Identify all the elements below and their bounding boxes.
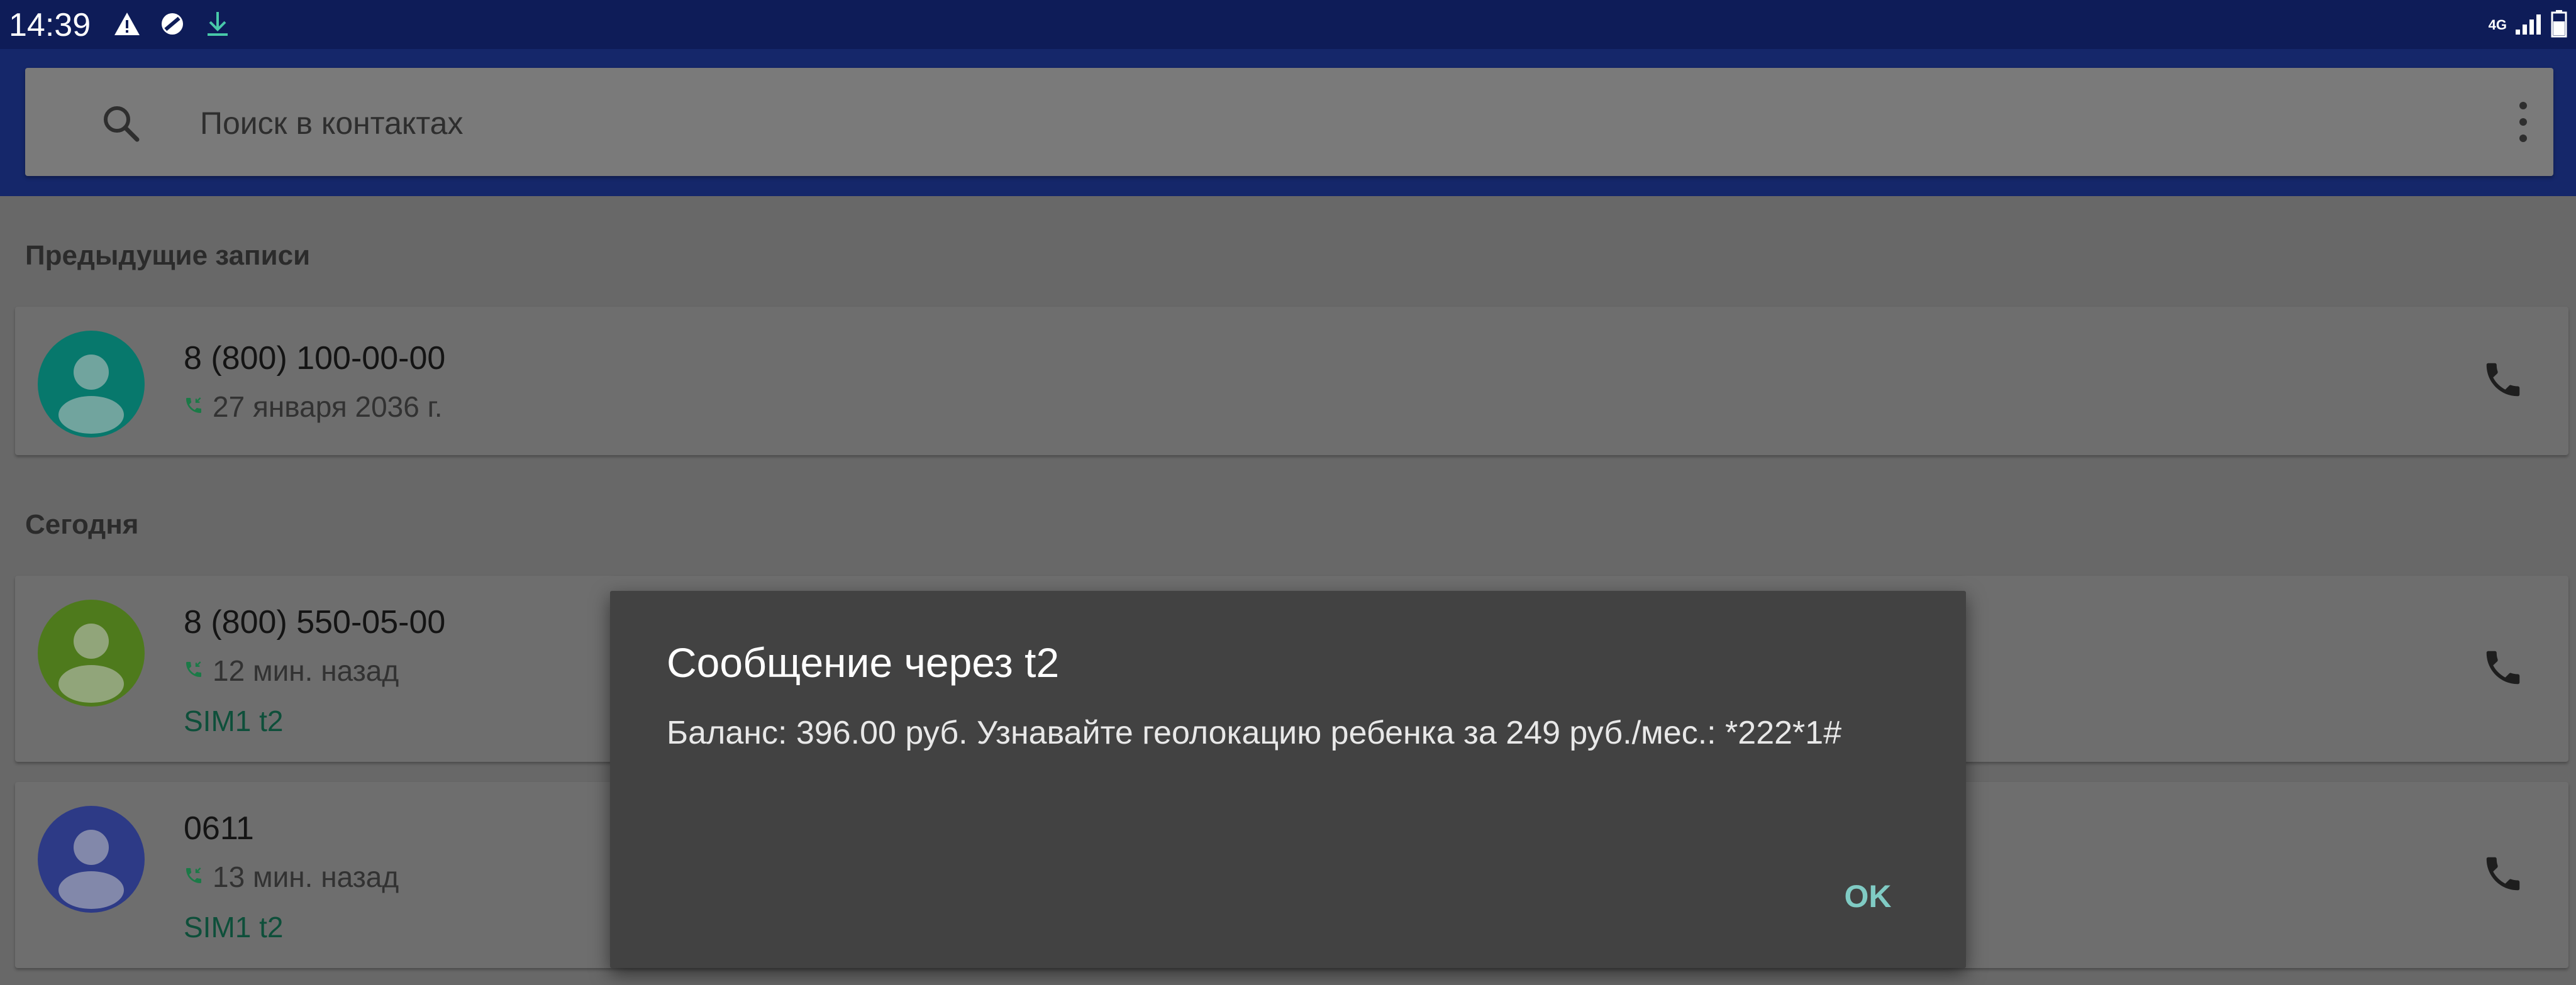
call-time: 13 мин. назад <box>213 861 399 893</box>
dialog-message: Баланс: 396.00 руб. Узнавайте геолокацию… <box>667 715 1842 751</box>
phone-icon <box>2481 646 2525 693</box>
dialog-title: Сообщение через t2 <box>667 639 1060 686</box>
call-number: 8 (800) 100-00-00 <box>184 340 446 377</box>
signal-icon <box>2514 13 2543 38</box>
more-options-icon[interactable] <box>2508 97 2538 147</box>
phone-icon <box>2481 358 2525 405</box>
incoming-call-icon <box>184 866 204 889</box>
call-time: 12 мин. назад <box>213 654 399 687</box>
call-number: 0611 <box>184 810 254 847</box>
section-header-today: Сегодня <box>25 509 139 540</box>
call-list-item[interactable]: 8 (800) 100-00-00 27 января 2036 г. <box>15 307 2568 455</box>
message-dialog: Сообщение через t2 Баланс: 396.00 руб. У… <box>610 591 1966 968</box>
incoming-call-icon <box>184 659 204 683</box>
warning-icon <box>113 11 141 40</box>
battery-icon <box>2551 9 2567 41</box>
search-box[interactable] <box>25 68 2553 176</box>
search-input[interactable] <box>200 104 2338 142</box>
call-meta: 12 мин. назад <box>184 654 399 688</box>
call-button[interactable] <box>2472 349 2534 412</box>
blocked-icon <box>160 11 185 40</box>
avatar <box>38 806 145 913</box>
network-type: 4G <box>2488 17 2507 33</box>
section-header-previous: Предыдущие записи <box>25 240 311 271</box>
incoming-call-icon <box>184 395 204 419</box>
ok-button[interactable]: OK <box>1805 866 1931 927</box>
avatar <box>38 600 145 707</box>
status-icons-right: 4G <box>2489 8 2567 43</box>
call-meta: 27 января 2036 г. <box>184 390 443 424</box>
status-bar: 14:39 4G <box>0 0 2576 49</box>
call-button[interactable] <box>2472 844 2534 906</box>
call-time: 27 января 2036 г. <box>213 390 443 423</box>
call-number: 8 (800) 550-05-00 <box>184 604 446 641</box>
call-button[interactable] <box>2472 637 2534 700</box>
sim-label: SIM1 t2 <box>184 705 284 737</box>
avatar <box>38 331 145 437</box>
sim-label: SIM1 t2 <box>184 911 284 944</box>
app-bar <box>0 49 2576 196</box>
download-icon <box>204 9 231 41</box>
status-icons-left <box>113 5 231 45</box>
call-meta: 13 мин. назад <box>184 860 399 894</box>
search-icon[interactable] <box>99 102 143 149</box>
phone-icon <box>2481 852 2525 899</box>
status-time: 14:39 <box>9 7 91 43</box>
